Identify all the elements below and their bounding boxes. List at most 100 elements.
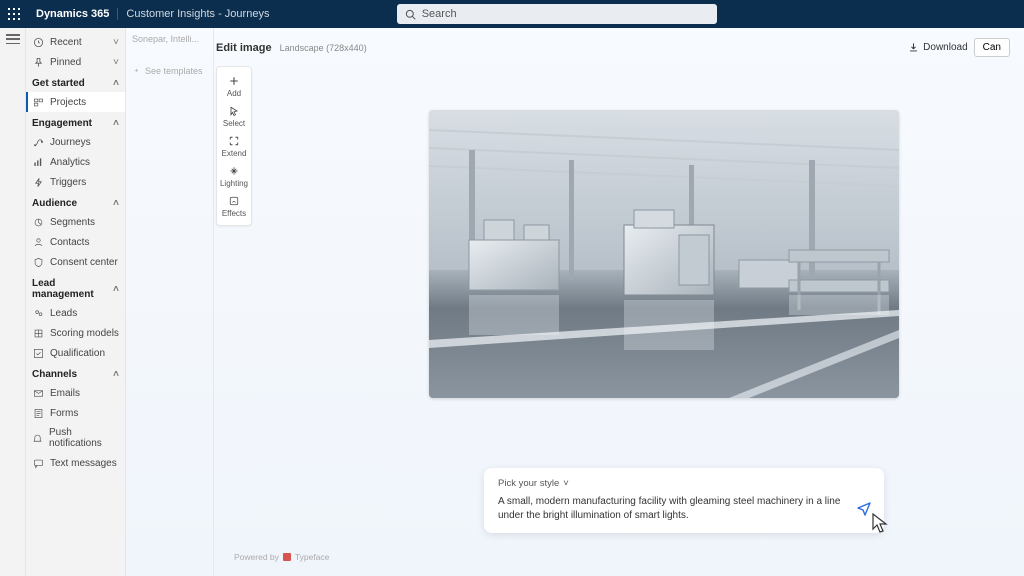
sidebar-item-label: Leads: [50, 308, 77, 319]
segments-icon: [32, 216, 44, 228]
effects-icon: [227, 194, 241, 208]
sidebar-item-label: Push notifications: [49, 427, 119, 449]
sms-icon: [32, 457, 44, 469]
sidebar-item-label: Forms: [50, 408, 78, 419]
sidebar-item-recent[interactable]: Recent ˅: [26, 32, 125, 52]
sidebar-item-label: Qualification: [50, 348, 105, 359]
sidebar-item-segments[interactable]: Segments: [26, 212, 125, 232]
light-icon: [227, 164, 241, 178]
bell-icon: [32, 432, 43, 444]
shield-icon: [32, 256, 44, 268]
sidebar-item-emails[interactable]: Emails: [26, 383, 125, 403]
sidebar: Recent ˅ Pinned ˅ Get started˄ Projects …: [26, 28, 126, 576]
extend-icon: [227, 134, 241, 148]
sidebar-item-leads[interactable]: Leads: [26, 303, 125, 323]
canvas-header: Edit image Landscape (728x440) Download …: [216, 38, 1010, 57]
sidebar-item-projects[interactable]: Projects: [26, 92, 125, 112]
route-icon: [32, 136, 44, 148]
chevron-up-icon: ˄: [113, 118, 119, 129]
designer-surface: Sonepar, Intelli... See templates Edit i…: [126, 28, 1024, 576]
page-title: Edit image: [216, 42, 272, 54]
sidebar-item-label: Projects: [50, 97, 86, 108]
prompt-text[interactable]: A small, modern manufacturing facility w…: [498, 495, 870, 523]
forms-icon: [32, 407, 44, 419]
cancel-button[interactable]: Can: [974, 38, 1010, 57]
cursor-icon: [227, 104, 241, 118]
group-engagement[interactable]: Engagement˄: [26, 112, 125, 132]
sidebar-item-label: Analytics: [50, 157, 90, 168]
sidebar-item-pinned[interactable]: Pinned ˅: [26, 52, 125, 72]
icon-rail: [0, 28, 26, 576]
tool-add[interactable]: Add: [217, 71, 251, 101]
check-icon: [32, 347, 44, 359]
mail-icon: [32, 387, 44, 399]
powered-by: Powered by Typeface: [234, 552, 329, 562]
sidebar-item-label: Text messages: [50, 458, 117, 469]
sidebar-item-label: Journeys: [50, 137, 91, 148]
group-get-started[interactable]: Get started˄: [26, 72, 125, 92]
app-launcher-icon[interactable]: [0, 8, 28, 20]
sidebar-item-scoring[interactable]: Scoring models: [26, 323, 125, 343]
templates-column: Sonepar, Intelli... See templates: [126, 28, 214, 576]
projects-icon: [32, 96, 44, 108]
sidebar-item-label: Triggers: [50, 177, 86, 188]
download-icon: [908, 42, 919, 53]
tool-effects[interactable]: Effects: [217, 191, 251, 221]
generated-image[interactable]: [429, 110, 899, 398]
sidebar-item-label: Pinned: [50, 57, 81, 68]
chevron-up-icon: ˄: [113, 284, 119, 295]
sidebar-item-label: Emails: [50, 388, 80, 399]
brand-name[interactable]: Dynamics 365: [28, 8, 117, 20]
sidebar-item-qualification[interactable]: Qualification: [26, 343, 125, 363]
chevron-up-icon: ˄: [113, 369, 119, 380]
chevron-up-icon: ˄: [113, 198, 119, 209]
bolt-icon: [32, 176, 44, 188]
sidebar-item-push[interactable]: Push notifications: [26, 423, 125, 453]
hamburger-icon[interactable]: [6, 34, 20, 44]
group-lead[interactable]: Lead management˄: [26, 272, 125, 303]
see-templates-link[interactable]: See templates: [132, 66, 207, 76]
top-bar: Dynamics 365 Customer Insights - Journey…: [0, 0, 1024, 28]
chevron-up-icon: ˄: [113, 78, 119, 89]
cursor-icon: [870, 512, 890, 539]
sidebar-item-label: Segments: [50, 217, 95, 228]
app-crumb[interactable]: Customer Insights - Journeys: [117, 8, 269, 20]
breadcrumb[interactable]: Sonepar, Intelli...: [132, 34, 207, 44]
sidebar-item-analytics[interactable]: Analytics: [26, 152, 125, 172]
leads-icon: [32, 307, 44, 319]
sidebar-item-label: Contacts: [50, 237, 89, 248]
sidebar-item-sms[interactable]: Text messages: [26, 453, 125, 473]
clock-icon: [32, 36, 44, 48]
chart-icon: [32, 156, 44, 168]
sidebar-item-label: Consent center: [50, 257, 118, 268]
sidebar-item-journeys[interactable]: Journeys: [26, 132, 125, 152]
chevron-down-icon: ˅: [113, 57, 119, 68]
tool-lighting[interactable]: Lighting: [217, 161, 251, 191]
pick-style-dropdown[interactable]: Pick your style ˅: [498, 478, 870, 489]
group-audience[interactable]: Audience˄: [26, 192, 125, 212]
group-channels[interactable]: Channels˄: [26, 363, 125, 383]
sidebar-item-contacts[interactable]: Contacts: [26, 232, 125, 252]
sidebar-item-triggers[interactable]: Triggers: [26, 172, 125, 192]
sidebar-item-label: Recent: [50, 37, 82, 48]
tool-extend[interactable]: Extend: [217, 131, 251, 161]
sparkle-icon: [132, 67, 141, 76]
chevron-down-icon: ˅: [563, 478, 569, 489]
canvas-subtitle: Landscape (728x440): [280, 43, 367, 53]
typeface-logo-icon: [283, 553, 291, 561]
tool-select[interactable]: Select: [217, 101, 251, 131]
prompt-card: Pick your style ˅ A small, modern manufa…: [484, 468, 884, 533]
contact-icon: [32, 236, 44, 248]
pin-icon: [32, 56, 44, 68]
sidebar-item-consent[interactable]: Consent center: [26, 252, 125, 272]
scoring-icon: [32, 327, 44, 339]
sidebar-item-forms[interactable]: Forms: [26, 403, 125, 423]
chevron-down-icon: ˅: [113, 37, 119, 48]
tool-rail: Add Select Extend Lighting Effects: [216, 66, 252, 226]
download-button[interactable]: Download: [908, 42, 967, 53]
search-input[interactable]: Search: [397, 4, 717, 24]
search-icon: [405, 9, 416, 20]
sidebar-item-label: Scoring models: [50, 328, 119, 339]
search-placeholder: Search: [422, 8, 457, 20]
plus-icon: [227, 74, 241, 88]
